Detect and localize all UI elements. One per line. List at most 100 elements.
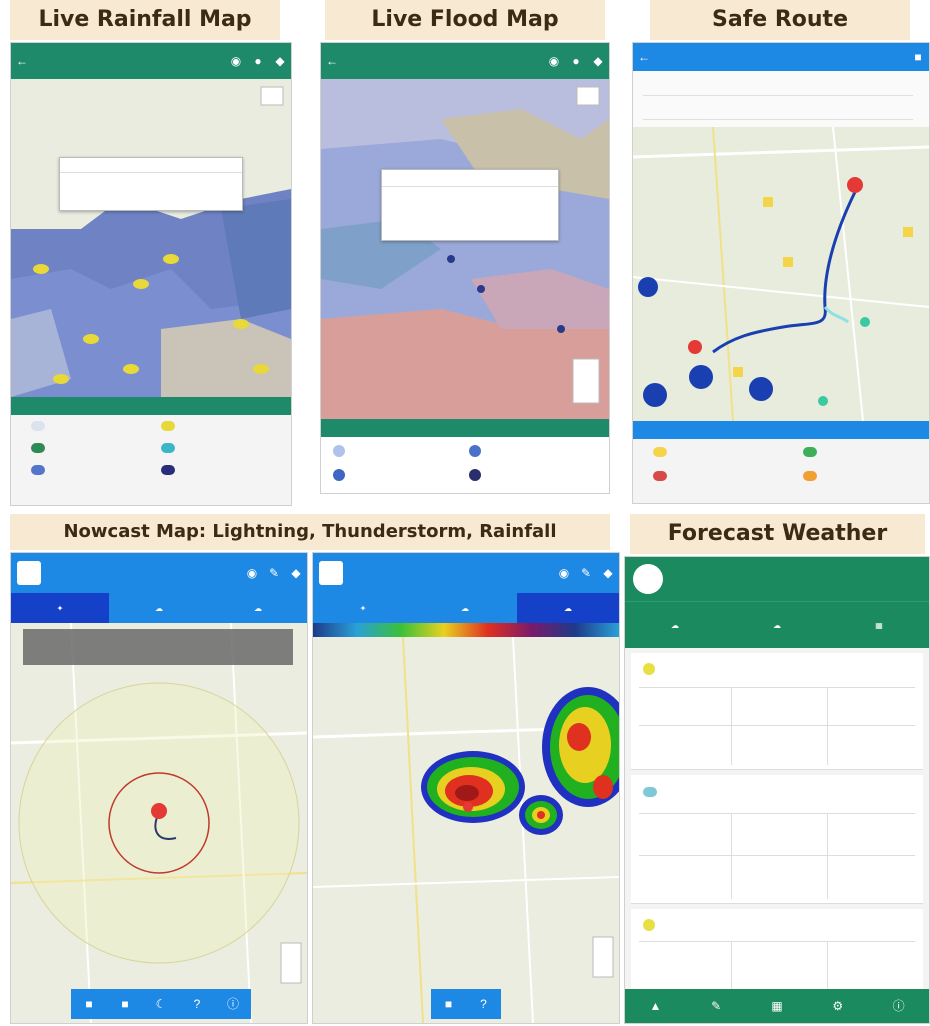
tab-hourly[interactable]: ☁ [725, 602, 829, 648]
legend-swatch [803, 447, 817, 457]
rainfall-map[interactable] [11, 79, 291, 397]
forecast-bottom-nav: ▲ ✎ ▦ ⚙ ⓘ [625, 989, 929, 1023]
rainfall-radar-graphic [313, 637, 619, 1023]
nowcast-lightning-screen: ◉ ✎ ◆ ✦ ☁ ☁ ■ ■ ☾ ? ⓘ [10, 552, 308, 1024]
legend-swatch [161, 465, 175, 475]
destination-field[interactable] [643, 105, 913, 120]
legend-swatch [803, 471, 817, 481]
layers-icon[interactable]: ◆ [273, 54, 287, 68]
rainfall-info-popup [59, 157, 243, 211]
caption-live-flood-map: Live Flood Map [325, 0, 605, 40]
legend-swatch [31, 443, 45, 453]
legend-swatch [653, 471, 667, 481]
layers-icon[interactable]: ◆ [289, 566, 303, 580]
flood-legend-bar [321, 419, 609, 437]
map-icon[interactable]: ▦ [770, 999, 784, 1013]
caption-nowcast-map: Nowcast Map: Lightning, Thunderstorm, Ra… [10, 514, 610, 550]
cloud-icon: ☁ [671, 620, 679, 630]
rainfall-radar-map[interactable]: ■ ? [313, 637, 619, 1023]
cloud-icon: ☁ [155, 603, 163, 613]
layers-icon[interactable]: ◆ [591, 54, 605, 68]
help-icon[interactable]: ? [477, 997, 491, 1011]
tab-thunderstorm[interactable]: ☁ [413, 593, 517, 623]
flood-legend [321, 437, 609, 493]
flood-map-graphic [321, 79, 609, 419]
lightning-map-graphic [11, 623, 307, 1023]
settings-icon[interactable]: ■ [118, 997, 132, 1011]
caption-live-rainfall-map: Live Rainfall Map [10, 0, 280, 40]
tab-rainfall[interactable]: ☁ [517, 593, 619, 623]
lightning-bottom-toolbar: ■ ■ ☾ ? ⓘ [71, 989, 251, 1019]
layers-icon[interactable]: ◆ [601, 566, 615, 580]
forecast-top-tabs: ☁ ☁ ▦ [625, 601, 929, 648]
pencil-icon[interactable]: ✎ [579, 566, 593, 580]
lightning-icon: ✦ [359, 603, 367, 613]
tab-daily[interactable]: ▦ [829, 602, 929, 648]
legend-swatch [333, 445, 345, 457]
info-icon[interactable]: ⓘ [226, 997, 240, 1011]
cloud-icon: ☁ [773, 620, 781, 630]
forecast-card [631, 653, 923, 770]
eye-icon[interactable]: ◉ [245, 566, 259, 580]
location-pin-icon[interactable]: ● [569, 54, 583, 68]
rainfall-map-graphic [11, 79, 291, 397]
forecast-app-bar [625, 557, 929, 601]
rain-icon: ☁ [564, 603, 572, 613]
lightning-warning-box [23, 629, 293, 665]
calendar-icon: ▦ [875, 620, 883, 630]
play-icon[interactable]: ■ [442, 997, 456, 1011]
nowcast-app-bar: ◉ ✎ ◆ [11, 553, 307, 593]
legend-swatch [469, 469, 481, 481]
safe-route-map[interactable] [633, 127, 929, 421]
pencil-icon[interactable]: ✎ [709, 999, 723, 1013]
lightning-map[interactable]: ■ ■ ☾ ? ⓘ [11, 623, 307, 1023]
eye-icon[interactable]: ◉ [557, 566, 571, 580]
safe-route-legend-bar [633, 421, 929, 439]
safe-route-app-bar: ← ■ [633, 43, 929, 71]
safe-route-map-graphic [633, 127, 929, 421]
rainfall-legend [11, 415, 291, 505]
home-icon[interactable]: ▲ [648, 999, 662, 1013]
pencil-icon[interactable]: ✎ [267, 566, 281, 580]
cloud-icon: ☁ [461, 603, 469, 613]
back-arrow-icon[interactable]: ← [325, 54, 339, 68]
flood-map[interactable] [321, 79, 609, 419]
forecast-phone-screen: ☁ ☁ ▦ ▲ ✎ ▦ ⚙ ⓘ [624, 556, 930, 1024]
back-arrow-icon[interactable]: ← [637, 50, 651, 64]
tab-thunderstorm[interactable]: ☁ [109, 593, 209, 623]
forecast-card [631, 775, 923, 904]
route-inputs [633, 71, 929, 128]
tab-lightning[interactable]: ✦ [11, 593, 109, 623]
app-logo-icon [633, 564, 663, 594]
nowcast-rain-app-bar: ◉ ✎ ◆ [313, 553, 619, 593]
nowcast-tabs: ✦ ☁ ☁ [11, 593, 307, 623]
legend-swatch [31, 465, 45, 475]
settings-icon[interactable]: ⚙ [831, 999, 845, 1013]
tab-rainfall[interactable]: ☁ [209, 593, 307, 623]
nowcast-rainfall-screen: ◉ ✎ ◆ ✦ ☁ ☁ ■ ? [312, 552, 620, 1024]
location-pin-icon[interactable]: ● [251, 54, 265, 68]
tab-lightning[interactable]: ✦ [313, 593, 413, 623]
nowcast-rain-tabs: ✦ ☁ ☁ [313, 593, 619, 623]
info-icon[interactable]: ⓘ [892, 999, 906, 1013]
safe-route-phone-screen: ← ■ [632, 42, 930, 504]
moon-icon[interactable]: ☾ [154, 997, 168, 1011]
flood-phone-screen: ← ◉ ● ◆ [320, 42, 610, 494]
play-icon[interactable]: ■ [82, 997, 96, 1011]
flood-info-popup [381, 169, 559, 241]
app-logo-icon [319, 561, 343, 585]
weather-sun-icon [643, 663, 655, 675]
origin-field[interactable] [643, 81, 913, 96]
rain-icon: ☁ [254, 603, 262, 613]
legend-swatch [653, 447, 667, 457]
eye-icon[interactable]: ◉ [547, 54, 561, 68]
tab-current[interactable]: ☁ [625, 602, 725, 648]
back-arrow-icon[interactable]: ← [15, 54, 29, 68]
weather-cloud-icon [643, 787, 657, 797]
eye-icon[interactable]: ◉ [229, 54, 243, 68]
help-icon[interactable]: ? [190, 997, 204, 1011]
menu-icon[interactable]: ■ [911, 50, 925, 64]
forecast-card [631, 909, 923, 989]
app-logo-icon [17, 561, 41, 585]
legend-swatch [161, 421, 175, 431]
